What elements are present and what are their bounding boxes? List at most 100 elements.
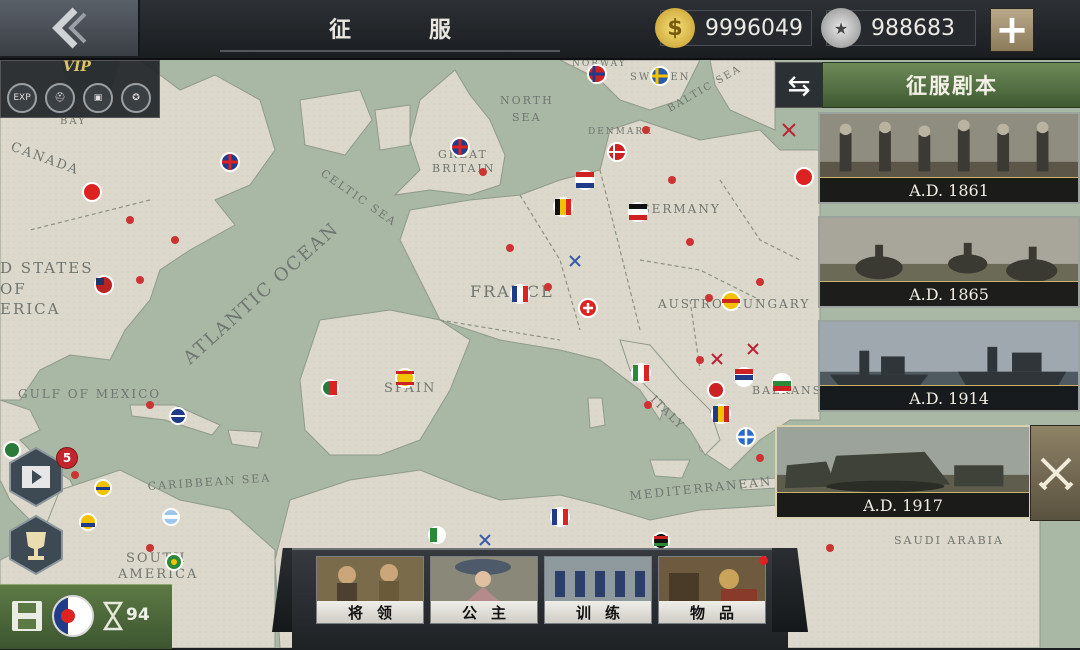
floppy-disk-icon[interactable] (10, 599, 44, 633)
trophy-button[interactable] (8, 514, 64, 576)
page-title: 征 服 (328, 18, 479, 43)
tab-generals-label: 将领 (317, 601, 423, 623)
flag-switzerland-icon[interactable] (578, 298, 598, 318)
flag-germany-icon[interactable] (628, 202, 648, 222)
medal-coin-icon: ★ (821, 8, 861, 48)
flag-bulgaria-icon[interactable] (772, 373, 792, 393)
player-panel: 94 (0, 584, 172, 649)
add-currency-button[interactable]: + (990, 8, 1034, 52)
flag-netherlands-icon[interactable] (575, 170, 595, 190)
scenario-card-1917[interactable]: A.D. 1917 (775, 425, 1031, 519)
back-chevron-icon (52, 7, 87, 49)
items-notification-dot (759, 556, 768, 565)
label-north-sea-1: NORTH (500, 94, 554, 107)
sardinia-island (587, 397, 606, 429)
flag-argentina-icon[interactable] (162, 508, 180, 526)
flag-spain-icon[interactable] (395, 368, 415, 388)
flag-denmark-icon[interactable] (607, 142, 627, 162)
flag-libya-icon[interactable] (652, 532, 670, 550)
flag-italy-icon[interactable] (631, 363, 651, 383)
label-usa-3: ERICA (0, 300, 60, 318)
tab-generals[interactable]: 将领 (316, 556, 424, 624)
portugal-flag-icon[interactable] (52, 595, 94, 637)
scenario-card-1914[interactable]: A.D. 1914 (818, 320, 1080, 412)
flag-serbia-icon[interactable] (734, 367, 754, 387)
hourglass-icon (102, 601, 124, 631)
scenario-header-label: 征服剧本 (906, 74, 998, 98)
flag-brazil-icon[interactable] (165, 553, 183, 571)
flag-portugal-icon[interactable] (321, 379, 339, 397)
film-reel-icon (22, 466, 50, 488)
vip-label: VIP (63, 59, 91, 75)
label-saudi-arabia: SAUDI ARABIA (894, 534, 1004, 547)
tab-items[interactable]: 物品 (658, 556, 766, 624)
swap-button[interactable]: ⇆ (775, 62, 823, 108)
scenario-year: A.D. 1914 (820, 385, 1078, 410)
flag-uk-icon[interactable] (220, 152, 240, 172)
silver-amount: 988683 (871, 15, 955, 41)
flag-cuba-icon[interactable] (169, 407, 187, 425)
portugal-flag-art (54, 597, 92, 635)
label-north-sea-2: SEA (512, 111, 542, 124)
ireland-island (374, 104, 411, 151)
scenario-header: 征服剧本 (822, 62, 1080, 108)
scenario-year: A.D. 1861 (820, 177, 1078, 202)
flag-venezuela-icon[interactable] (94, 479, 112, 497)
princess-art (431, 557, 537, 601)
flag-uk-icon[interactable] (450, 137, 470, 157)
label-usa-1: D STATES (0, 259, 94, 277)
label-germany: GERMANY (640, 202, 721, 216)
silver-counter[interactable]: ★ 988683 (821, 8, 976, 48)
back-button[interactable] (0, 0, 140, 56)
flag-algeria-icon[interactable] (428, 526, 446, 544)
flag-montenegro-icon[interactable] (707, 381, 725, 399)
scenario-card-1865[interactable]: A.D. 1865 (818, 216, 1080, 308)
plus-icon: + (995, 7, 1029, 53)
flag-austria-hungary-icon[interactable] (721, 291, 741, 311)
tab-items-label: 物品 (659, 601, 765, 623)
top-bar: 征 服 $ 9996049 ★ 988683 + (0, 0, 1080, 60)
flag-colombia-icon[interactable] (79, 513, 97, 531)
tab-training-label: 训练 (545, 601, 651, 623)
vip-panel[interactable]: VIP EXP ⛑ ▣ ✪ (0, 59, 160, 118)
generals-art (317, 557, 423, 601)
tab-princess[interactable]: 公主 (430, 556, 538, 624)
trophy-button-bg (9, 514, 63, 576)
flag-belgium-icon[interactable] (553, 197, 573, 217)
gold-amount: 9996049 (705, 15, 803, 41)
turn-counter: 94 (126, 605, 150, 625)
title-bar: 征 服 (220, 6, 560, 52)
flag-sweden-icon[interactable] (650, 66, 670, 86)
flag-france-icon[interactable] (510, 284, 530, 304)
scenario-year: A.D. 1865 (820, 281, 1078, 306)
label-usa-2: OF (0, 280, 27, 298)
flag-greece-icon[interactable] (736, 427, 756, 447)
tab-training[interactable]: 训练 (544, 556, 652, 624)
helmet-icon[interactable]: ⛑ (45, 83, 75, 113)
items-art (659, 557, 765, 601)
label-south-america-2: AMERICA (117, 567, 198, 582)
dollar-coin-icon: $ (655, 8, 695, 48)
notification-badge: 5 (56, 447, 78, 469)
flag-usa-icon[interactable] (94, 275, 114, 295)
scenario-card-1861[interactable]: A.D. 1861 (818, 112, 1080, 204)
tank-icon[interactable]: ▣ (83, 83, 113, 113)
label-gulf-mexico: GULF OF MEXICO (18, 387, 161, 401)
start-battle-button[interactable] (1030, 425, 1080, 521)
exp-icon[interactable]: EXP (7, 83, 37, 113)
scenario-year: A.D. 1917 (777, 492, 1029, 517)
crossed-swords-icon (1038, 457, 1074, 491)
tabs-wing-right (772, 548, 808, 632)
flag-canada-icon[interactable] (82, 182, 102, 202)
flag-china-icon[interactable] (794, 167, 814, 187)
medal-icon[interactable]: ✪ (121, 83, 151, 113)
bottom-tabs: 将领 公主 训练 物品 (272, 548, 808, 650)
gold-counter[interactable]: $ 9996049 (655, 8, 812, 48)
exp-text: EXP (13, 93, 31, 103)
tab-princess-label: 公主 (431, 601, 537, 623)
swap-arrows-icon: ⇆ (787, 68, 811, 102)
flag-romania-icon[interactable] (711, 404, 731, 424)
flag-france-icon[interactable] (550, 507, 570, 527)
flag-norway-icon[interactable] (587, 64, 607, 84)
training-art (545, 557, 651, 601)
